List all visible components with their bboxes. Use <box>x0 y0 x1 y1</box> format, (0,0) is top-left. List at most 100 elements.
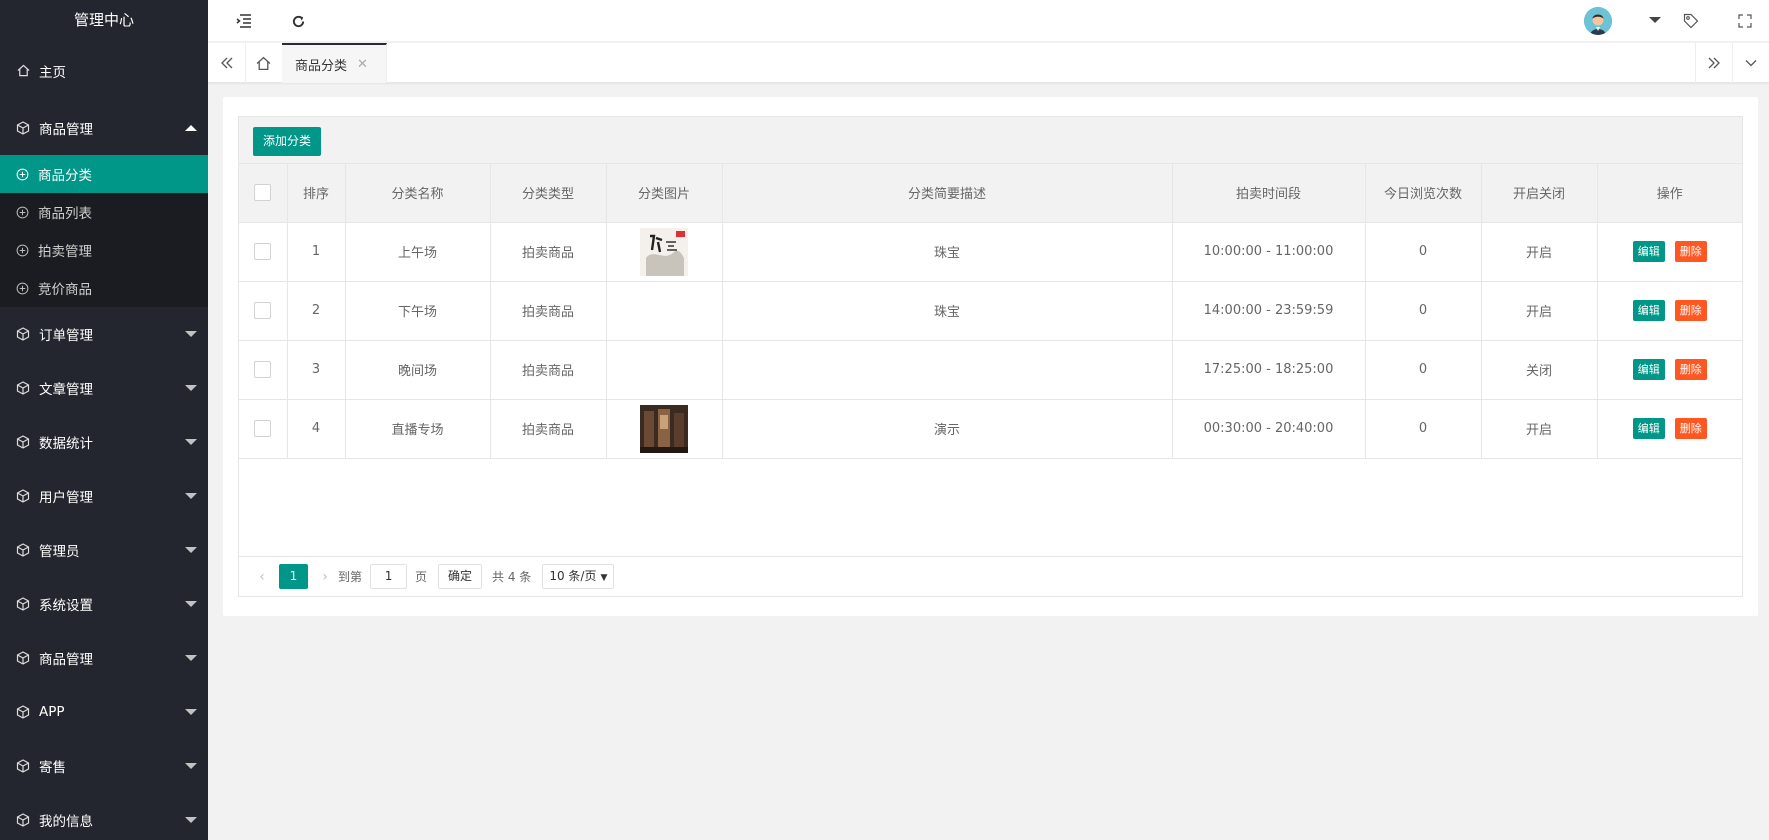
caret-down-icon <box>185 439 197 445</box>
edit-button[interactable]: 编辑 <box>1632 359 1665 380</box>
header-checkbox-cell <box>239 164 288 223</box>
sidebar-group-item[interactable]: 我的信息 <box>0 793 208 840</box>
caret-down-icon <box>185 763 197 769</box>
sidebar-item-label: 管理员 <box>39 544 80 560</box>
delete-button[interactable]: 删除 <box>1674 418 1707 439</box>
plus-circle-icon <box>16 168 29 181</box>
time-cell: 00:30:00 - 20:40:00 <box>1172 399 1366 459</box>
desc-cell <box>722 340 1173 400</box>
tab-category[interactable]: 商品分类 ✕ <box>282 43 387 83</box>
page-input[interactable]: 1 <box>370 564 408 589</box>
caret-down-icon <box>185 331 197 337</box>
desc-cell: 珠宝 <box>722 281 1173 341</box>
row-checkbox[interactable] <box>254 420 272 437</box>
next-page-icon[interactable]: › <box>315 569 335 585</box>
name-cell: 晚间场 <box>345 340 491 400</box>
caret-down-icon <box>185 601 197 607</box>
row-checkbox-cell <box>239 281 288 341</box>
refresh-button[interactable] <box>278 0 318 42</box>
image-cell <box>606 222 723 282</box>
data-table: 添加分类 排序 分类名称 分类类型 分类图片 分类简要描述 拍卖时间段 今日浏览… <box>238 116 1743 597</box>
caret-down-icon <box>185 709 197 715</box>
delete-button[interactable]: 删除 <box>1674 241 1707 262</box>
tag-button[interactable] <box>1671 0 1711 42</box>
tab-home-button[interactable] <box>245 43 283 83</box>
sidebar-group-item[interactable]: 用户管理 <box>0 469 208 523</box>
close-icon[interactable]: ✕ <box>357 57 368 72</box>
views-cell: 0 <box>1365 281 1482 341</box>
tab-scroll-right-button[interactable] <box>1695 43 1733 83</box>
row-checkbox-cell <box>239 222 288 282</box>
row-checkbox[interactable] <box>254 361 272 378</box>
table-header: 拍卖时间段 <box>1172 164 1366 223</box>
sidebar-item-label: 系统设置 <box>39 598 93 614</box>
table-header: 分类类型 <box>490 164 607 223</box>
sidebar-item-label: 寄售 <box>39 760 66 776</box>
sidebar-group-item[interactable]: 数据统计 <box>0 415 208 469</box>
row-checkbox[interactable] <box>254 302 272 319</box>
name-cell: 上午场 <box>345 222 491 282</box>
sidebar-group-item[interactable]: APP <box>0 685 208 739</box>
fullscreen-icon <box>1738 14 1752 28</box>
avatar[interactable] <box>1584 7 1612 35</box>
edit-button[interactable]: 编辑 <box>1632 418 1665 439</box>
edit-button[interactable]: 编辑 <box>1632 241 1665 262</box>
sidebar-item-label: 商品管理 <box>39 652 93 668</box>
select-all-checkbox[interactable] <box>254 184 272 202</box>
menu-toggle-button[interactable] <box>224 0 264 42</box>
sidebar-item-home[interactable]: 主页 <box>0 40 208 101</box>
book-cover-image <box>640 227 688 276</box>
double-chevron-right-icon <box>1708 57 1720 69</box>
sidebar-item-goods-list[interactable]: 商品列表 <box>0 193 208 231</box>
plus-circle-icon <box>16 282 29 295</box>
table-row: 3 晚间场 拍卖商品 17:25:00 - 18:25:00 0 关闭 编辑 删除 <box>239 340 1742 400</box>
sidebar-group-item[interactable]: 寄售 <box>0 739 208 793</box>
order-cell: 2 <box>287 281 346 341</box>
fullscreen-button[interactable] <box>1725 0 1765 42</box>
desc-cell: 珠宝 <box>722 222 1173 282</box>
delete-button[interactable]: 删除 <box>1674 359 1707 380</box>
status-cell: 开启 <box>1481 281 1598 341</box>
pagination: ‹ 1 › 到第 1 页 确定 共 4 条 10 条/页 ▼ <box>239 556 1742 596</box>
cube-icon <box>16 651 30 665</box>
add-category-button[interactable]: 添加分类 <box>253 127 322 156</box>
tab-label: 商品分类 <box>295 58 348 74</box>
page-size-value: 10 条/页 <box>549 569 597 583</box>
sidebar-item-label: 数据统计 <box>39 436 93 452</box>
table-header-row: 排序 分类名称 分类类型 分类图片 分类简要描述 拍卖时间段 今日浏览次数 开启… <box>239 164 1742 223</box>
sidebar-item-label: 商品分类 <box>38 168 92 184</box>
sidebar-group-item[interactable]: 商品管理 <box>0 631 208 685</box>
total-count: 共 4 条 <box>492 570 532 584</box>
sidebar-group-goods[interactable]: 商品管理 <box>0 101 208 155</box>
tab-menu-button[interactable] <box>1732 43 1769 83</box>
sidebar-group-item[interactable]: 文章管理 <box>0 361 208 415</box>
sidebar-item-label: 拍卖管理 <box>38 244 92 260</box>
prev-page-icon[interactable]: ‹ <box>252 569 272 585</box>
tab-bar: 商品分类 ✕ <box>208 43 1769 83</box>
sidebar-group-list: 订单管理 文章管理数据统计用户管理管理员系统设置商品管理 APP 寄售我的信息 <box>0 307 208 840</box>
image-cell <box>606 340 723 400</box>
sidebar-group-item[interactable]: 系统设置 <box>0 577 208 631</box>
goto-ok-button[interactable]: 确定 <box>438 564 483 589</box>
double-chevron-left-icon <box>220 57 232 69</box>
sidebar-item-bidding[interactable]: 竞价商品 <box>0 269 208 307</box>
caret-down-icon <box>185 655 197 661</box>
row-checkbox-cell <box>239 340 288 400</box>
table-header: 分类简要描述 <box>722 164 1173 223</box>
page-size-select[interactable]: 10 条/页 ▼ <box>542 564 615 589</box>
cube-icon <box>16 543 30 557</box>
sidebar-item-category[interactable]: 商品分类 <box>0 155 208 193</box>
edit-button[interactable]: 编辑 <box>1632 300 1665 321</box>
sidebar-group-item[interactable]: 订单管理 <box>0 307 208 361</box>
delete-button[interactable]: 删除 <box>1674 300 1707 321</box>
time-cell: 17:25:00 - 18:25:00 <box>1172 340 1366 400</box>
current-page[interactable]: 1 <box>279 564 308 589</box>
sidebar-group-item[interactable]: 管理员 <box>0 523 208 577</box>
tab-scroll-left-button[interactable] <box>208 43 246 83</box>
user-menu-caret-icon[interactable] <box>1649 17 1661 23</box>
row-checkbox[interactable] <box>254 243 272 260</box>
sidebar-item-label: 竞价商品 <box>38 282 92 298</box>
type-cell: 拍卖商品 <box>490 281 607 341</box>
user-avatar-icon <box>1584 7 1612 35</box>
sidebar-item-auction[interactable]: 拍卖管理 <box>0 231 208 269</box>
